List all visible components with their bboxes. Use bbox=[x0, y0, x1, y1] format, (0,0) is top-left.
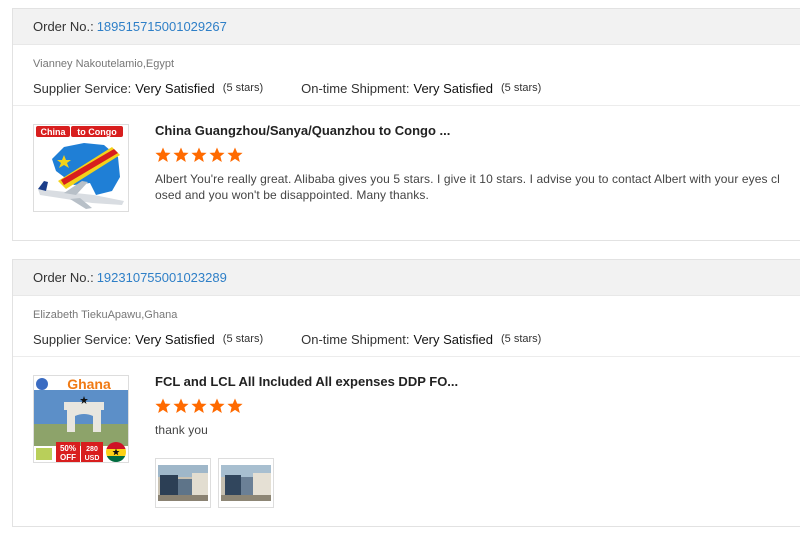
star-icon bbox=[209, 147, 225, 162]
review-body: China to Congo China Guangzhou/Sanya/Qua… bbox=[13, 106, 800, 236]
order-number-link[interactable]: 192310755001023289 bbox=[97, 270, 227, 285]
thumb-badge-price: 280 bbox=[86, 446, 98, 453]
star-icon bbox=[191, 147, 207, 162]
product-title-link[interactable]: China Guangzhou/Sanya/Quanzhou to Congo … bbox=[155, 123, 450, 138]
congo-map-image: China to Congo bbox=[34, 125, 128, 211]
product-thumbnail[interactable]: China to Congo bbox=[33, 124, 129, 212]
thumb-text-ghana: Ghana bbox=[67, 376, 111, 392]
review-photo-image bbox=[158, 465, 208, 501]
shipment-stars: (5 stars) bbox=[501, 333, 542, 345]
buyer-name: Vianney Nakoutelamio,Egypt bbox=[33, 58, 175, 70]
shipment-stars: (5 stars) bbox=[501, 82, 542, 94]
review-photo bbox=[221, 465, 271, 501]
star-rating bbox=[155, 398, 245, 414]
order-label: Order No.: bbox=[33, 270, 94, 285]
shipment-label: On-time Shipment: bbox=[301, 331, 410, 347]
thumb-badge-off: OFF bbox=[60, 453, 76, 462]
review-body: Ghana 50% OFF 280 USD FCL and LCL All In… bbox=[13, 357, 800, 508]
shipment-value: Very Satisfied bbox=[413, 80, 494, 96]
shipment-rating: On-time Shipment: Very Satisfied (5 star… bbox=[301, 81, 541, 96]
review-photo-thumbnail[interactable] bbox=[155, 458, 211, 508]
supplier-service-value: Very Satisfied bbox=[135, 80, 215, 96]
ghana-promo-image: Ghana 50% OFF 280 USD bbox=[34, 376, 128, 462]
review-comment: thank you bbox=[155, 423, 208, 437]
order-header: Order No.: 189515715001029267 bbox=[13, 9, 800, 45]
order-number-link[interactable]: 189515715001029267 bbox=[97, 19, 227, 34]
review-photo-thumbnail[interactable] bbox=[218, 458, 274, 508]
thumb-badge-currency: USD bbox=[85, 455, 100, 462]
review-info: Elizabeth TiekuApawu,Ghana Supplier Serv… bbox=[13, 296, 800, 357]
star-icon bbox=[173, 398, 189, 413]
supplier-service-label: Supplier Service: bbox=[33, 331, 132, 347]
rating-summary: Supplier Service: Very Satisfied (5 star… bbox=[33, 80, 800, 96]
star-rating bbox=[155, 147, 245, 163]
buyer-name: Elizabeth TiekuApawu,Ghana bbox=[33, 309, 178, 321]
rating-summary: Supplier Service: Very Satisfied (5 star… bbox=[33, 331, 800, 347]
supplier-service-label: Supplier Service: bbox=[33, 80, 132, 96]
review-info: Vianney Nakoutelamio,Egypt Supplier Serv… bbox=[13, 45, 800, 106]
shipment-label: On-time Shipment: bbox=[301, 80, 410, 96]
star-icon bbox=[227, 147, 243, 162]
review-card: Order No.: 189515715001029267 Vianney Na… bbox=[12, 8, 800, 241]
order-label: Order No.: bbox=[33, 19, 94, 34]
review-comment: Albert You're really great. Alibaba give… bbox=[155, 172, 780, 202]
shipment-rating: On-time Shipment: Very Satisfied (5 star… bbox=[301, 332, 541, 347]
star-icon bbox=[209, 398, 225, 413]
supplier-service-stars: (5 stars) bbox=[222, 82, 264, 94]
star-icon bbox=[155, 398, 171, 413]
star-icon bbox=[227, 398, 243, 413]
review-card: Order No.: 192310755001023289 Elizabeth … bbox=[12, 259, 800, 527]
thumb-text-china: China bbox=[40, 127, 66, 137]
thumb-badge-percent: 50% bbox=[60, 444, 76, 453]
supplier-service-value: Very Satisfied bbox=[135, 331, 215, 347]
supplier-service-rating: Supplier Service: Very Satisfied (5 star… bbox=[33, 332, 263, 347]
star-icon bbox=[191, 398, 207, 413]
product-title-link[interactable]: FCL and LCL All Included All expenses DD… bbox=[155, 374, 458, 389]
supplier-service-rating: Supplier Service: Very Satisfied (5 star… bbox=[33, 81, 263, 96]
star-icon bbox=[155, 147, 171, 162]
review-photo bbox=[158, 465, 208, 501]
review-photo-image bbox=[221, 465, 271, 501]
thumb-text-congo: to Congo bbox=[77, 127, 117, 137]
shipment-value: Very Satisfied bbox=[413, 331, 494, 347]
supplier-service-stars: (5 stars) bbox=[222, 333, 264, 345]
star-icon bbox=[173, 147, 189, 162]
product-thumbnail[interactable]: Ghana 50% OFF 280 USD bbox=[33, 375, 129, 463]
order-header: Order No.: 192310755001023289 bbox=[13, 260, 800, 296]
